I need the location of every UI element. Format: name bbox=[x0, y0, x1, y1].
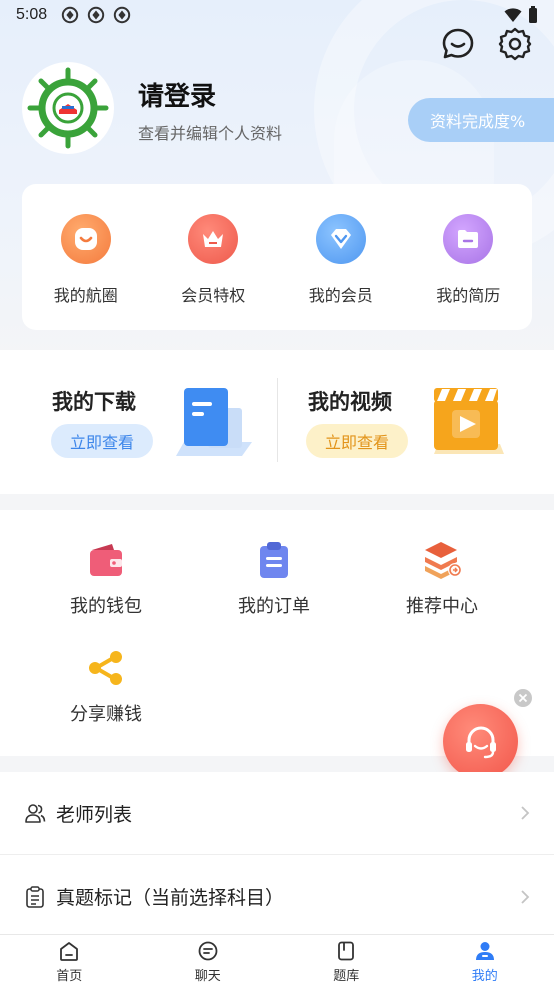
nav-label: 题库 bbox=[333, 969, 360, 984]
crown-icon bbox=[188, 214, 239, 264]
downloads-title: 我的下载 bbox=[52, 390, 136, 414]
service-label: 我的钱包 bbox=[70, 596, 142, 617]
video-clapper-icon bbox=[434, 388, 504, 454]
quick-item-label: 我的会员 bbox=[308, 286, 373, 305]
nav-profile[interactable]: 我的 bbox=[416, 935, 554, 986]
close-icon[interactable] bbox=[514, 689, 532, 707]
nav-label: 我的 bbox=[471, 969, 498, 984]
service-label: 推荐中心 bbox=[406, 596, 478, 617]
list-item-label: 老师列表 bbox=[56, 803, 133, 826]
chevron-right-icon bbox=[521, 806, 530, 820]
app-notification-icon bbox=[87, 6, 105, 24]
nav-question-bank[interactable]: 题库 bbox=[277, 935, 416, 986]
battery-icon bbox=[529, 6, 537, 23]
diamond-icon bbox=[315, 214, 366, 264]
service-share-earn[interactable]: 分享赚钱 bbox=[31, 648, 181, 726]
login-title[interactable]: 请登录 bbox=[138, 76, 216, 113]
quick-item-label: 我的简历 bbox=[436, 286, 501, 305]
service-label: 我的订单 bbox=[238, 596, 310, 617]
quick-menu-card: 我的航圈 会员特权 我的会员 我的简历 bbox=[22, 184, 532, 330]
quick-item-label: 我的航圈 bbox=[53, 286, 118, 305]
list-item-teachers[interactable]: 老师列表 bbox=[0, 772, 554, 855]
quick-item-my-membership[interactable]: 我的会员 bbox=[277, 184, 405, 330]
settings-icon[interactable] bbox=[497, 26, 533, 62]
my-downloads-card[interactable]: 我的下载 立即查看 bbox=[0, 350, 277, 494]
smile-icon bbox=[60, 214, 111, 264]
videos-title: 我的视频 bbox=[308, 390, 392, 414]
avatar[interactable] bbox=[22, 62, 114, 154]
user-icon bbox=[475, 942, 494, 960]
quick-item-my-resume[interactable]: 我的简历 bbox=[405, 184, 533, 330]
downloads-videos-section: 我的下载 立即查看 我的视频 立即查看 bbox=[0, 350, 554, 494]
quick-item-circle[interactable]: 我的航圈 bbox=[22, 184, 150, 330]
document-icon bbox=[26, 885, 44, 908]
settings-list: 老师列表 真题标记（当前选择科目） bbox=[0, 772, 554, 938]
videos-view-button[interactable]: 立即查看 bbox=[306, 424, 408, 458]
quick-item-label: 会员特权 bbox=[181, 286, 246, 305]
clipboard-icon bbox=[260, 542, 288, 578]
book-icon bbox=[338, 941, 355, 961]
headset-icon bbox=[465, 726, 496, 758]
chat-icon bbox=[198, 941, 218, 961]
status-time: 5:08 bbox=[16, 6, 48, 23]
app-notification-icon bbox=[61, 6, 79, 24]
list-item-question-marks[interactable]: 真题标记（当前选择科目） bbox=[0, 855, 554, 938]
service-recommend-center[interactable]: 推荐中心 bbox=[367, 540, 517, 618]
downloads-view-button[interactable]: 立即查看 bbox=[51, 424, 153, 458]
profile-completion-badge[interactable]: 资料完成度% bbox=[408, 98, 554, 142]
folder-icon bbox=[443, 214, 494, 264]
message-icon[interactable] bbox=[440, 26, 476, 62]
chevron-right-icon bbox=[521, 889, 530, 904]
nav-label: 聊天 bbox=[194, 969, 221, 984]
profile-subtitle[interactable]: 查看并编辑个人资料 bbox=[138, 120, 282, 144]
service-label: 分享赚钱 bbox=[70, 704, 142, 725]
document-download-icon bbox=[176, 388, 252, 456]
app-notification-icon bbox=[113, 6, 131, 24]
nav-label: 首页 bbox=[56, 969, 83, 984]
wifi-icon bbox=[504, 8, 522, 22]
my-videos-card[interactable]: 我的视频 立即查看 bbox=[278, 350, 554, 494]
list-item-label: 真题标记（当前选择科目） bbox=[56, 887, 285, 909]
layers-icon bbox=[425, 542, 462, 579]
customer-service-button[interactable] bbox=[443, 704, 518, 779]
nav-home[interactable]: 首页 bbox=[0, 935, 139, 986]
logo-icon bbox=[27, 67, 109, 149]
service-orders[interactable]: 我的订单 bbox=[199, 540, 349, 618]
home-icon bbox=[60, 942, 79, 961]
share-icon bbox=[89, 651, 122, 685]
wallet-icon bbox=[90, 544, 122, 576]
users-icon bbox=[25, 804, 46, 823]
service-wallet[interactable]: 我的钱包 bbox=[31, 540, 181, 618]
quick-item-vip-privilege[interactable]: 会员特权 bbox=[150, 184, 278, 330]
bottom-navigation: 首页 聊天 题库 我的 bbox=[0, 934, 554, 986]
status-right bbox=[504, 6, 538, 24]
nav-chat[interactable]: 聊天 bbox=[139, 935, 278, 986]
